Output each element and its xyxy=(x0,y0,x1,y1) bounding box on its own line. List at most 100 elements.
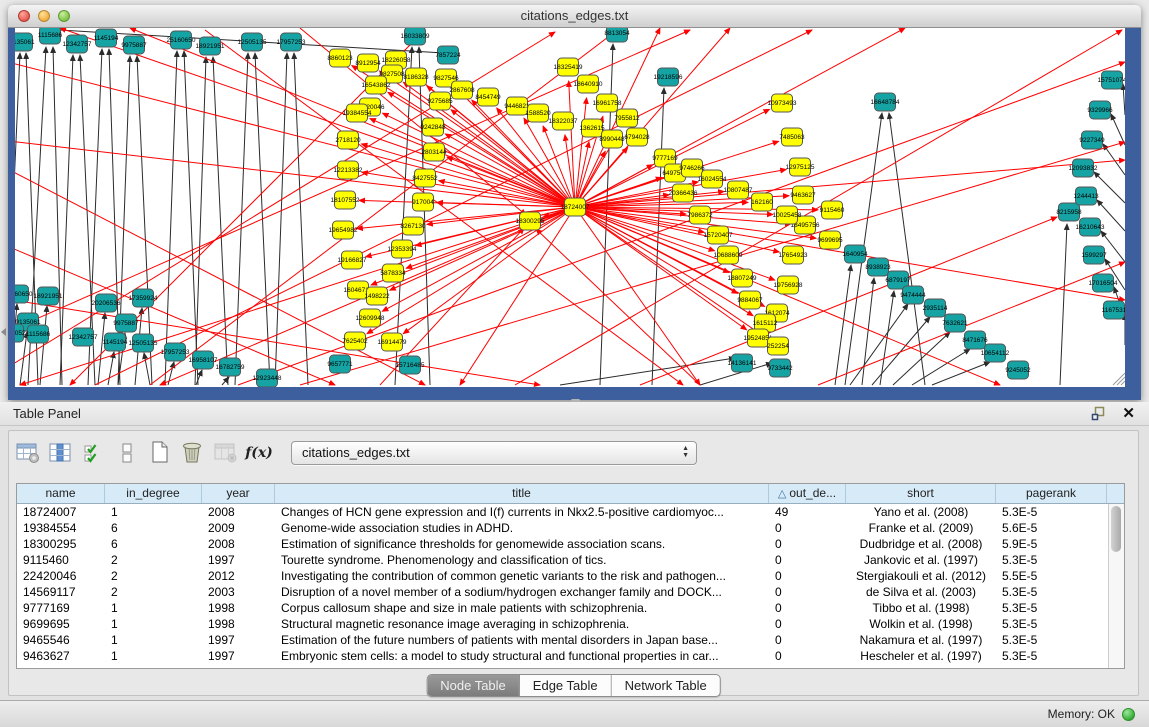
graph-node-label: 12213382 xyxy=(334,167,363,174)
table-header-row: namein_degreeyeartitle△out_de...shortpag… xyxy=(17,484,1124,504)
graph-node-label: 12505135 xyxy=(129,340,158,347)
table-row[interactable]: 1830029562008Estimation of significance … xyxy=(17,536,1124,552)
close-window-button[interactable] xyxy=(18,10,30,22)
cell-pagerank: 5.3E-5 xyxy=(996,504,1107,520)
graph-node-label: 7986372 xyxy=(687,212,713,219)
resize-grip[interactable] xyxy=(1117,377,1125,385)
cell-pagerank: 5.3E-5 xyxy=(996,648,1107,664)
column-header-name[interactable]: name xyxy=(17,484,105,503)
cell-year: 2012 xyxy=(202,568,275,584)
cell-out_degree: 0 xyxy=(769,632,846,648)
cell-title: Estimation of the future numbers of pati… xyxy=(275,632,769,648)
table-row[interactable]: 2242004622012Investigating the contribut… xyxy=(17,568,1124,584)
close-panel-icon[interactable]: ✕ xyxy=(1122,402,1135,425)
cell-pagerank: 5.3E-5 xyxy=(996,584,1107,600)
graph-node-label: 252254 xyxy=(767,343,789,350)
memory-status-indicator[interactable] xyxy=(1122,708,1135,721)
network-canvas[interactable]: 9135061111568612342757114519499758872516… xyxy=(15,28,1125,387)
cell-name: 9115460 xyxy=(17,552,105,568)
cell-title: Corpus callosum shape and size in male p… xyxy=(275,600,769,616)
table-body: 1872400712008Changes of HCN gene express… xyxy=(17,504,1124,664)
graph-node-label: 12342757 xyxy=(69,334,98,341)
graph-node-label: 1588520 xyxy=(525,110,551,117)
column-header-in_degree[interactable]: in_degree xyxy=(105,484,202,503)
graph-node-label: 7857224 xyxy=(435,52,461,59)
column-header-out_degree[interactable]: △out_de... xyxy=(769,484,846,503)
cell-name: 18300295 xyxy=(17,536,105,552)
table-row[interactable]: 977716911998Corpus callosum shape and si… xyxy=(17,600,1124,616)
cell-name: 18724007 xyxy=(17,504,105,520)
create-column-icon[interactable] xyxy=(147,440,173,466)
vertical-scrollbar[interactable] xyxy=(1108,504,1124,668)
table-row[interactable]: 1872400712008Changes of HCN gene express… xyxy=(17,504,1124,520)
table-panel-body: f(x) citations_edges.txt ▲▼ namein_degre… xyxy=(8,430,1139,696)
cell-short: Nakamura et al. (1997) xyxy=(846,632,996,648)
float-panel-icon[interactable] xyxy=(1091,406,1107,421)
cell-year: 1997 xyxy=(202,552,275,568)
row-stack-icon[interactable] xyxy=(114,440,140,466)
table-panel-title: Table Panel xyxy=(13,406,81,421)
graph-node-label: 9242848 xyxy=(420,124,446,131)
table-row[interactable]: 1938455462009Genome-wide association stu… xyxy=(17,520,1124,536)
graph-node-label: 25160650 xyxy=(15,291,33,298)
node-table: namein_degreeyeartitle△out_de...shortpag… xyxy=(16,483,1125,669)
tab-edge-table[interactable]: Edge Table xyxy=(520,675,612,696)
graph-node-label: 18325419 xyxy=(554,64,583,71)
delete-column-icon[interactable] xyxy=(180,440,206,466)
graph-node-label: 9975887 xyxy=(121,42,147,49)
graph-node-label: 8454749 xyxy=(475,94,501,101)
function-builder-icon[interactable]: f(x) xyxy=(246,440,272,466)
graph-node-label: 19166827 xyxy=(338,257,367,264)
table-selector-value: citations_edges.txt xyxy=(302,445,410,460)
tab-network-table[interactable]: Network Table xyxy=(612,675,720,696)
graph-node-label: 18226058 xyxy=(382,57,411,64)
table-row[interactable]: 911546021997Tourette syndrome. Phenomeno… xyxy=(17,552,1124,568)
graph-node-label: 17359924 xyxy=(129,295,158,302)
window-titlebar[interactable]: citations_edges.txt xyxy=(8,5,1141,28)
graph-node-label: 9975887 xyxy=(113,320,139,327)
graph-node-label: 17016504 xyxy=(1089,280,1118,287)
resize-grip[interactable] xyxy=(1121,381,1125,385)
cell-name: 9777169 xyxy=(17,600,105,616)
table-row[interactable]: 946362711997Embryonic stem cells: a mode… xyxy=(17,648,1124,664)
column-header-short[interactable]: short xyxy=(846,484,996,503)
cell-out_degree: 0 xyxy=(769,520,846,536)
graph-node-label: 14136141 xyxy=(728,360,757,367)
graph-node-label: 8990448 xyxy=(599,136,625,143)
table-mode-icon[interactable] xyxy=(15,440,41,466)
table-row[interactable]: 1456911722003Disruption of a novel membe… xyxy=(17,584,1124,600)
cell-in_degree: 1 xyxy=(105,648,202,664)
graph-node-label: 16210643 xyxy=(1076,224,1105,231)
graph-node-label: 19218596 xyxy=(654,74,683,81)
scrollbar-thumb[interactable] xyxy=(1111,506,1121,552)
graph-node-label: 20366436 xyxy=(669,190,698,197)
cell-title: Tourette syndrome. Phenomenology and cla… xyxy=(275,552,769,568)
minimize-window-button[interactable] xyxy=(38,10,50,22)
graph-node-label: 16648784 xyxy=(871,99,900,106)
select-all-icon[interactable] xyxy=(81,440,107,466)
panel-collapse-arrow[interactable] xyxy=(1,328,6,336)
zoom-window-button[interactable] xyxy=(58,10,70,22)
table-row[interactable]: 946554611997Estimation of the future num… xyxy=(17,632,1124,648)
show-columns-icon[interactable] xyxy=(48,440,74,466)
table-panel-header: Table Panel ✕ xyxy=(0,402,1149,426)
graph-node-label: 7485063 xyxy=(779,134,805,141)
graph-node-label: 1615112 xyxy=(753,320,778,327)
column-header-pagerank[interactable]: pagerank xyxy=(996,484,1107,503)
table-selector-dropdown[interactable]: citations_edges.txt ▲▼ xyxy=(291,441,697,465)
graph-node-label: 17957253 xyxy=(161,349,190,356)
graph-node-label: 10688609 xyxy=(714,252,743,259)
column-header-year[interactable]: year xyxy=(202,484,275,503)
graph-node-label: 10654112 xyxy=(981,350,1010,357)
status-bar: Memory: OK xyxy=(0,700,1149,727)
graph-edge-black xyxy=(195,57,206,385)
tab-node-table[interactable]: Node Table xyxy=(427,675,520,696)
graph-node-label: 18107552 xyxy=(331,197,360,204)
network-graph[interactable]: 9135061111568612342757114519499758872516… xyxy=(15,28,1125,387)
cell-name: 9463627 xyxy=(17,648,105,664)
table-row[interactable]: 969969511998Structural magnetic resonanc… xyxy=(17,616,1124,632)
graph-node-label: 1362615 xyxy=(579,125,605,132)
graph-node-label: 25160650 xyxy=(167,37,196,44)
column-header-title[interactable]: title xyxy=(275,484,769,503)
graph-edge-black xyxy=(235,53,248,385)
